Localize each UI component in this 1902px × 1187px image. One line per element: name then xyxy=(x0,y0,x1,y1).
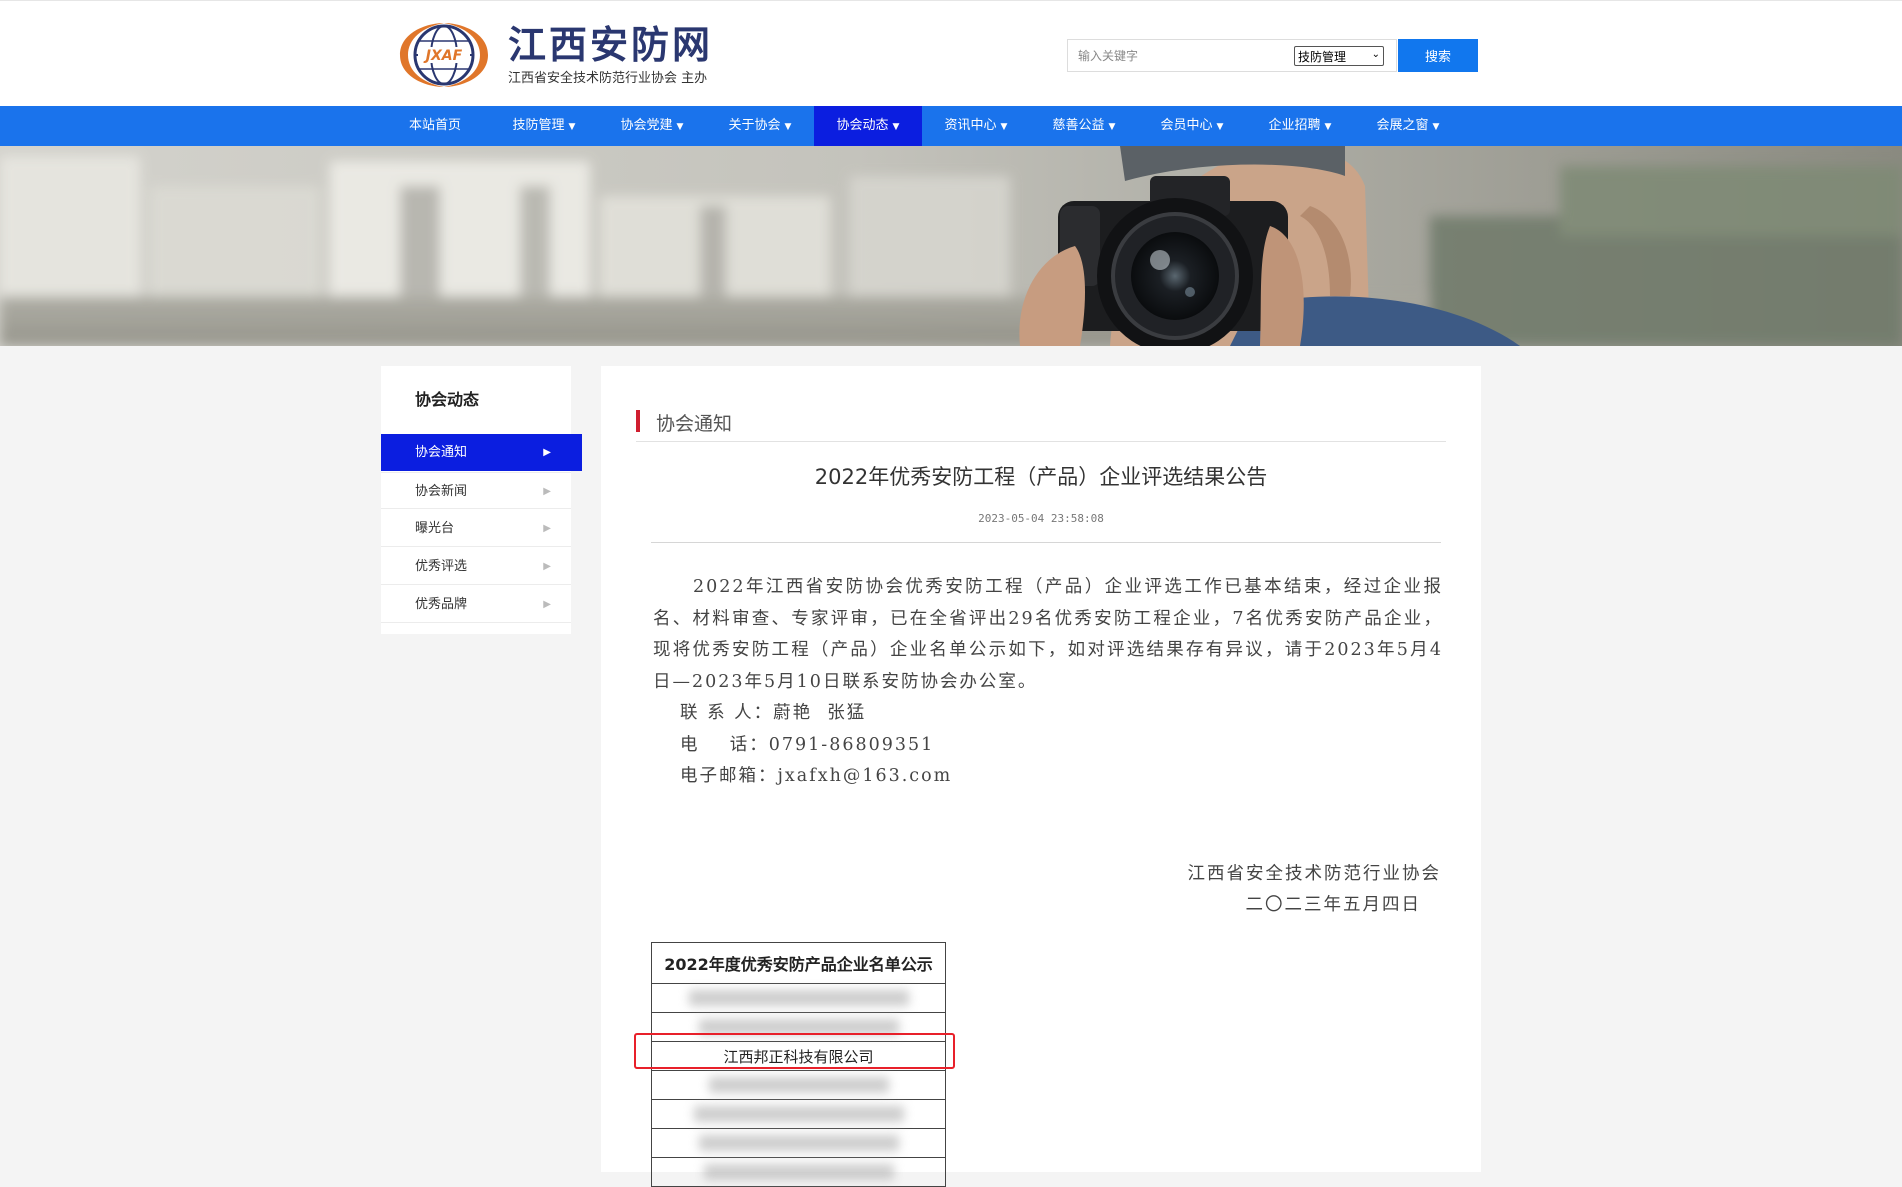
search-category-value: 技防管理 xyxy=(1298,49,1347,64)
caret-right-icon: ▶ xyxy=(543,523,551,534)
nav-item-label: 会员中心 xyxy=(1160,118,1213,133)
nav-item-charity[interactable]: 慈善公益 ▼ xyxy=(1030,106,1138,146)
redacted-blur xyxy=(708,1077,889,1093)
section-accent-bar xyxy=(636,410,640,432)
article-body: 2022年江西省安防协会优秀安防工程（产品）企业评选工作已基本结束，经过企业报名… xyxy=(653,572,1443,793)
sidebar-item-label: 曝光台 xyxy=(415,521,455,536)
sidebar-item-excellent-selection[interactable]: 优秀评选 ▶ xyxy=(381,548,571,585)
nav-item-recruitment[interactable]: 企业招聘 ▼ xyxy=(1246,106,1354,146)
caret-down-icon: ▼ xyxy=(1108,122,1116,132)
sidebar-item-label: 优秀评选 xyxy=(415,559,468,574)
nav-item-party-building[interactable]: 协会党建 ▼ xyxy=(598,106,706,146)
sidebar-item-exposure[interactable]: 曝光台 ▶ xyxy=(381,510,571,547)
caret-right-icon: ▶ xyxy=(543,447,551,458)
nav-item-member-center[interactable]: 会员中心 ▼ xyxy=(1138,106,1246,146)
nav-item-label: 企业招聘 xyxy=(1268,118,1321,133)
chevron-down-icon: ⌄ xyxy=(1371,49,1380,60)
sidebar-item-association-notice[interactable]: 协会通知 ▶ xyxy=(381,434,582,471)
caret-right-icon: ▶ xyxy=(543,486,551,497)
table-row-redacted xyxy=(652,1071,945,1100)
sidebar-title: 协会动态 xyxy=(415,390,480,409)
logo-emblem-text: JXAF xyxy=(423,48,463,64)
nav-item-label: 技防管理 xyxy=(512,118,565,133)
sidebar-item-excellent-brand[interactable]: 优秀品牌 ▶ xyxy=(381,586,571,623)
nav-item-association-news[interactable]: 协会动态 ▼ xyxy=(814,106,922,146)
caret-right-icon: ▶ xyxy=(543,599,551,610)
nav-item-about[interactable]: 关于协会 ▼ xyxy=(706,106,814,146)
contact-phone: 电 话：0791-86809351 xyxy=(680,734,935,755)
article-divider xyxy=(651,542,1441,543)
article-paragraph: 2022年江西省安防协会优秀安防工程（产品）企业评选工作已基本结束，经过企业报名… xyxy=(653,577,1443,692)
site-subtitle: 江西省安全技术防范行业协会 主办 xyxy=(508,71,708,86)
nav-item-label: 本站首页 xyxy=(408,118,461,133)
sidebar-item-association-news[interactable]: 协会新闻 ▶ xyxy=(381,472,571,509)
caret-down-icon: ▼ xyxy=(892,122,900,132)
nav-item-label: 协会动态 xyxy=(836,118,889,133)
redacted-blur xyxy=(688,990,909,1006)
search-button[interactable]: 搜索 xyxy=(1398,39,1478,72)
table-row-redacted xyxy=(652,1100,945,1129)
table-row-redacted xyxy=(652,984,945,1013)
redacted-blur xyxy=(693,1106,904,1122)
section-divider xyxy=(636,441,1446,442)
nav-item-label: 会展之窗 xyxy=(1376,118,1429,133)
banner-photographer-illustration xyxy=(0,146,1902,346)
table-row-redacted xyxy=(652,1129,945,1158)
nav-item-home[interactable]: 本站首页 xyxy=(392,106,478,146)
banner-image xyxy=(0,146,1902,346)
article-date: 2023-05-04 23:58:08 xyxy=(978,512,1104,525)
caret-down-icon: ▼ xyxy=(784,122,792,132)
table-row-redacted xyxy=(652,1158,945,1187)
nav-item-exhibition[interactable]: 会展之窗 ▼ xyxy=(1354,106,1462,146)
redacted-blur xyxy=(703,1164,894,1180)
search-input[interactable] xyxy=(1068,40,1308,71)
caret-down-icon: ▼ xyxy=(1432,122,1440,132)
main-nav: 本站首页 技防管理 ▼ 协会党建 ▼ 关于协会 ▼ 协会动态 ▼ 资讯中心 ▼ 慈善公益 ▼… xyxy=(0,106,1902,146)
nav-item-info-center[interactable]: 资讯中心 ▼ xyxy=(922,106,1030,146)
caret-down-icon: ▼ xyxy=(568,122,576,132)
caret-down-icon: ▼ xyxy=(1324,122,1332,132)
nav-item-label: 慈善公益 xyxy=(1052,118,1105,133)
redacted-blur xyxy=(698,1135,899,1151)
caret-down-icon: ▼ xyxy=(676,122,684,132)
site-title[interactable]: 江西安防网 xyxy=(508,22,713,68)
nav-item-tech-management[interactable]: 技防管理 ▼ xyxy=(490,106,598,146)
caret-down-icon: ▼ xyxy=(1000,122,1008,132)
search-box: 技防管理 ⌄ xyxy=(1067,39,1397,72)
section-title: 协会通知 xyxy=(656,413,733,435)
sidebar-item-label: 协会新闻 xyxy=(415,484,468,499)
caret-right-icon: ▶ xyxy=(543,561,551,572)
search-category-select[interactable]: 技防管理 ⌄ xyxy=(1294,46,1384,66)
highlight-annotation-box xyxy=(634,1033,955,1069)
site-header: JXAF 江西安防网 江西省安全技术防范行业协会 主办 技防管理 ⌄ 搜索 xyxy=(0,0,1902,107)
caret-down-icon: ▼ xyxy=(1216,122,1224,132)
nav-item-label: 协会党建 xyxy=(620,118,673,133)
sidebar-item-label: 协会通知 xyxy=(415,445,468,460)
sidebar-item-label: 优秀品牌 xyxy=(415,597,468,612)
signature-date: 二〇二三年五月四日 xyxy=(1245,895,1421,915)
article-title: 2022年优秀安防工程（产品）企业评选结果公告 xyxy=(814,465,1268,489)
contact-person: 联 系 人：蔚艳 张猛 xyxy=(680,703,867,723)
site-logo-emblem[interactable]: JXAF xyxy=(392,19,496,91)
signature-organization: 江西省安全技术防范行业协会 xyxy=(1187,864,1441,884)
contact-email[interactable]: 电子邮箱：jxafxh@163.com xyxy=(653,761,1443,793)
sidebar: 协会动态 协会通知 ▶ 协会新闻 ▶ 曝光台 ▶ 优秀评选 ▶ 优秀品牌 ▶ xyxy=(381,366,582,634)
table-header: 2022年度优秀安防产品企业名单公示 xyxy=(652,943,945,984)
nav-item-label: 关于协会 xyxy=(728,118,781,133)
nav-item-label: 资讯中心 xyxy=(944,118,997,133)
